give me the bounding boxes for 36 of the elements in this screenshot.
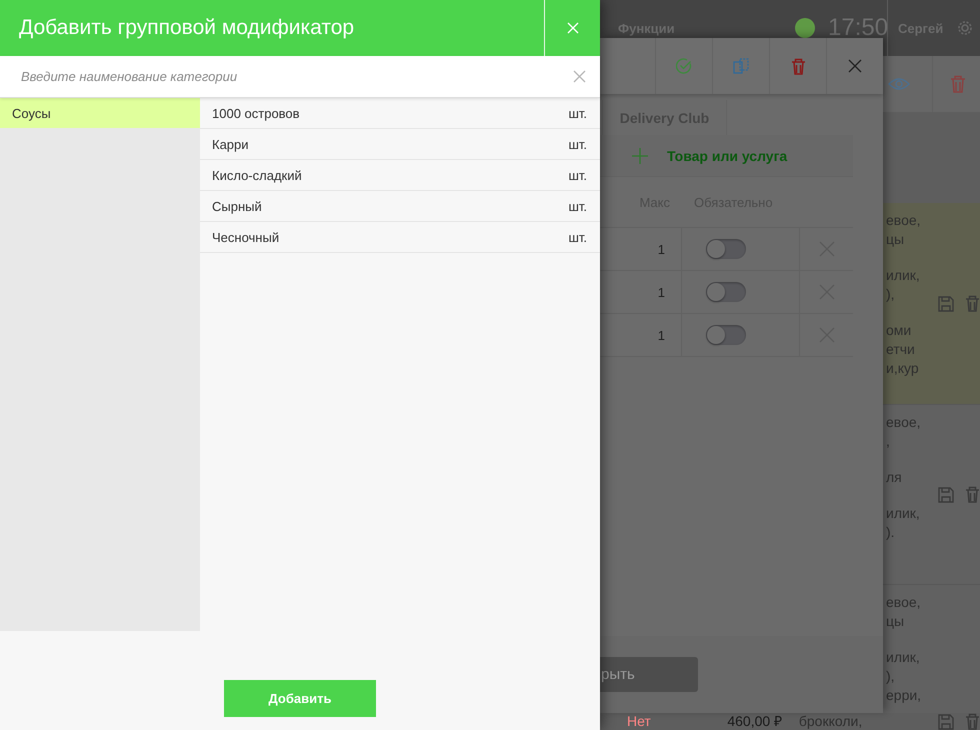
- status-dot-icon: [794, 17, 816, 39]
- gear-icon[interactable]: [957, 20, 974, 36]
- check-icon: [676, 58, 692, 74]
- close-icon: [848, 59, 862, 73]
- plus-icon: [632, 148, 648, 164]
- trash-icon[interactable]: [965, 486, 980, 503]
- copy-icon: [733, 58, 749, 74]
- modifier-item[interactable]: Сырный шт.: [200, 191, 600, 222]
- trash-icon[interactable]: [965, 295, 980, 312]
- description-text: ,: [886, 432, 890, 451]
- trash-icon[interactable]: [965, 713, 980, 730]
- toggle-switch[interactable]: [706, 325, 746, 345]
- price-text: 460,00 ₽: [727, 713, 784, 730]
- description-text: ),: [886, 667, 895, 686]
- save-icon[interactable]: [938, 486, 954, 502]
- status-text: Нет: [627, 713, 652, 730]
- table-cell: 1: [658, 242, 665, 256]
- modifier-item[interactable]: 1000 островов шт.: [200, 98, 600, 129]
- trash-icon: [790, 58, 806, 74]
- toggle-switch[interactable]: [706, 239, 746, 259]
- close-icon: [566, 22, 578, 34]
- toggle-switch[interactable]: [706, 282, 746, 302]
- category-item[interactable]: Соусы: [0, 98, 200, 129]
- drawer-title: Добавить групповой модификатор: [18, 16, 356, 40]
- modifier-item[interactable]: Кисло-сладкий шт.: [200, 160, 600, 191]
- description-text: ),: [886, 285, 895, 304]
- save-icon[interactable]: [938, 714, 954, 730]
- trash-icon[interactable]: [950, 75, 966, 93]
- table-cell: 1: [658, 284, 665, 300]
- clear-icon[interactable]: [573, 70, 586, 83]
- save-icon[interactable]: [938, 296, 954, 312]
- description-text: ).: [886, 523, 895, 542]
- eye-icon[interactable]: [888, 77, 910, 91]
- modifier-item[interactable]: Чесночный шт.: [200, 222, 600, 253]
- table-cell: 1: [658, 328, 665, 342]
- modifier-item[interactable]: Карри шт.: [200, 129, 600, 160]
